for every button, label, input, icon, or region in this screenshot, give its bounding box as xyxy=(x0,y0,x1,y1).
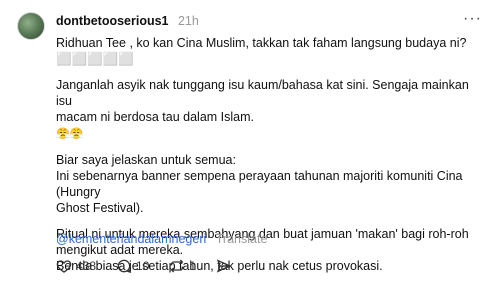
comment-count: 10 xyxy=(136,259,150,273)
repost-button[interactable]: 1 xyxy=(169,258,196,274)
repost-icon xyxy=(171,259,184,273)
comment-icon xyxy=(117,259,132,274)
post-line: Ghost Festival). xyxy=(56,201,144,215)
repost-count: 1 xyxy=(189,259,197,273)
translate-link[interactable]: Translate xyxy=(216,232,268,246)
mention-link[interactable]: @kementeriandalamnegeri xyxy=(56,232,206,246)
avatar[interactable] xyxy=(17,12,45,40)
mention-row: @kementeriandalamnegeri Translate xyxy=(56,232,267,246)
action-bar: 438 10 1 xyxy=(56,258,256,274)
heart-icon xyxy=(56,260,72,273)
post-header: dontbetooserious1 21h ··· xyxy=(56,10,500,30)
comment-button[interactable]: 10 xyxy=(116,258,149,274)
post-line: Ridhuan Tee , ko kan Cina Muslim, takkan… xyxy=(56,36,467,66)
like-count: 438 xyxy=(76,259,97,273)
username[interactable]: dontbetooserious1 xyxy=(56,14,169,28)
post-emoji: 😤😤 xyxy=(56,125,486,142)
post-line: Ini sebenarnya banner sempena perayaan t… xyxy=(56,169,463,199)
post-time: 21h xyxy=(177,14,199,28)
share-button[interactable] xyxy=(216,258,236,274)
post-line: Biar saya jelaskan untuk semua: xyxy=(56,153,236,167)
angry-face-icon: 😤😤 xyxy=(56,128,84,140)
share-icon xyxy=(216,259,232,273)
more-options-icon[interactable]: ··· xyxy=(463,10,482,28)
like-button[interactable]: 438 xyxy=(56,258,96,274)
post-line: macam ni berdosa tau dalam Islam. xyxy=(56,110,255,124)
post-line: Janganlah asyik nak tunggang isu kaum/ba… xyxy=(56,78,469,108)
